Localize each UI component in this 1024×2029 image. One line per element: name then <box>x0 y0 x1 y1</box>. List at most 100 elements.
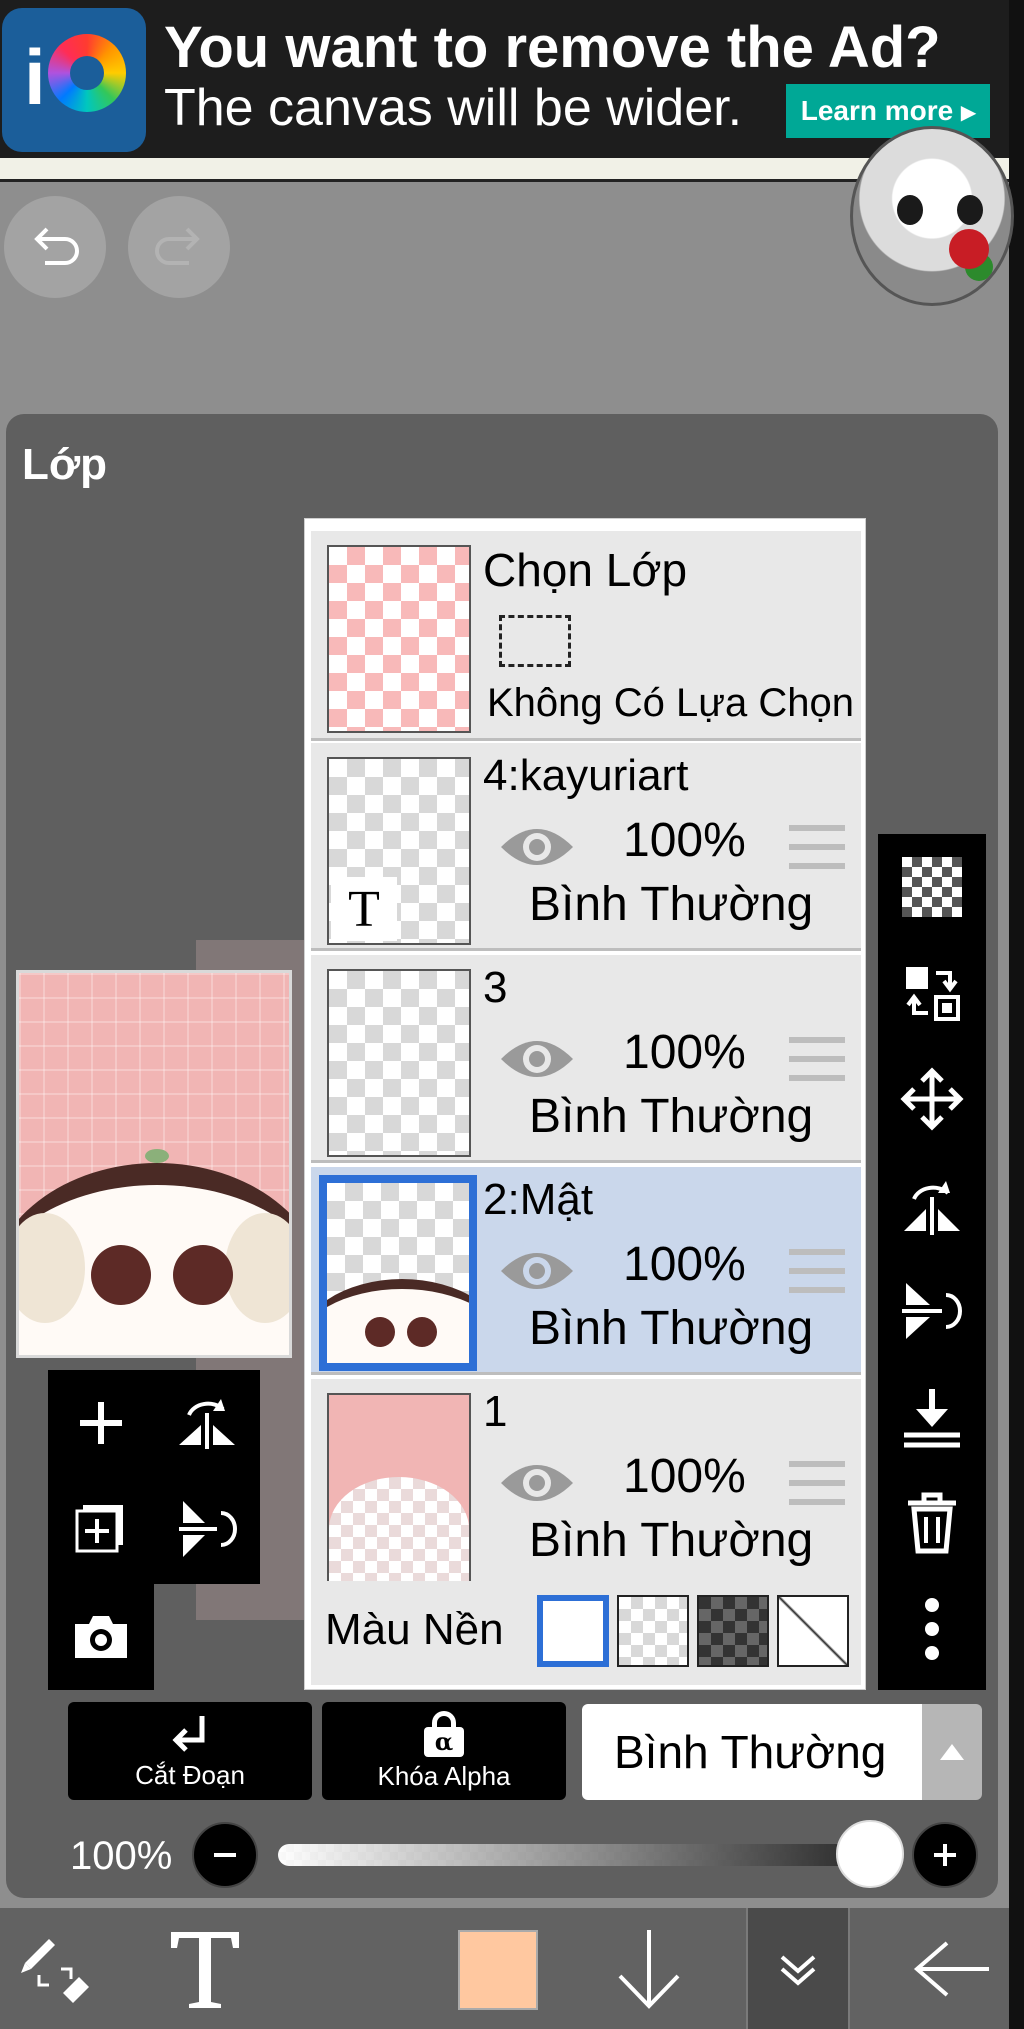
redo-icon <box>155 227 200 265</box>
layer-thumbnail <box>327 1393 471 1581</box>
flip-horizontal-icon <box>179 1399 235 1449</box>
move-layer-button[interactable] <box>878 1046 986 1152</box>
drag-handle-icon[interactable] <box>789 1249 845 1293</box>
trash-icon <box>908 1492 956 1554</box>
canvas-preview[interactable] <box>16 970 292 1358</box>
checker-icon <box>902 857 962 917</box>
duplicate-icon <box>75 1505 123 1553</box>
avatar[interactable] <box>850 126 1014 306</box>
alpha-lock-button[interactable]: α Khóa Alpha <box>322 1702 566 1800</box>
flip-vertical-icon <box>179 1501 237 1557</box>
layer-row-selected[interactable]: 2:Mật 100% Bình Thường <box>311 1167 861 1375</box>
merge-down-icon <box>904 1389 960 1448</box>
blend-mode-dropdown-button[interactable] <box>922 1704 982 1800</box>
triangle-up-icon <box>940 1744 964 1760</box>
drag-handle-icon[interactable] <box>789 1037 845 1081</box>
drag-handle-icon[interactable] <box>789 1461 845 1505</box>
pen-eraser-icon <box>21 1938 89 2003</box>
flip-horizontal-tool-button[interactable] <box>878 1152 986 1258</box>
flip-horizontal-icon <box>904 1181 960 1235</box>
background-transparent-option[interactable] <box>617 1595 689 1667</box>
flip-vertical-tool-button[interactable] <box>878 1258 986 1364</box>
drag-handle-icon[interactable] <box>789 825 845 869</box>
blend-mode-select[interactable]: Bình Thường <box>582 1704 922 1800</box>
undo-icon <box>34 227 79 265</box>
lock-icon: α <box>422 1710 466 1757</box>
layer-opacity: 100% <box>623 1238 746 1291</box>
layer-row[interactable]: 3 100% Bình Thường <box>311 955 861 1163</box>
flip-vertical-button[interactable] <box>154 1476 260 1582</box>
selection-layer-row[interactable]: Chọn Lớp Không Có Lựa Chọn <box>311 531 861 741</box>
clipping-icon <box>172 1715 205 1752</box>
layer-action-toolbar <box>878 834 986 1690</box>
eye-icon[interactable] <box>497 819 577 875</box>
learn-more-button[interactable]: Learn more ▸ <box>786 84 990 138</box>
opacity-value: 100% <box>70 1834 173 1878</box>
layer-name: 3 <box>483 963 508 1012</box>
background-dark-option[interactable] <box>697 1595 769 1667</box>
delete-layer-button[interactable] <box>878 1470 986 1576</box>
text-tool-button[interactable] <box>150 1908 260 2029</box>
layer-row[interactable]: T 4:kayuriart 100% Bình Thường <box>311 743 861 951</box>
screen-edge <box>1009 0 1024 2029</box>
eye-icon[interactable] <box>497 1243 577 1299</box>
selection-marquee-icon <box>499 615 571 667</box>
minus-icon <box>214 1853 236 1857</box>
selection-layer-thumbnail <box>327 545 471 733</box>
duplicate-layer-button[interactable] <box>48 1476 154 1582</box>
current-color-swatch[interactable] <box>458 1930 538 2010</box>
arrow-left-icon <box>913 1940 989 1997</box>
selection-status: Không Có Lựa Chọn <box>487 681 855 725</box>
add-layer-button[interactable] <box>48 1370 154 1476</box>
back-button[interactable] <box>896 1908 1006 2029</box>
ad-title: You want to remove the Ad? <box>164 15 941 80</box>
arrow-down-icon <box>618 1929 680 2009</box>
undo-button[interactable] <box>4 196 106 298</box>
plus-icon <box>934 1844 956 1866</box>
swap-layers-button[interactable] <box>878 940 986 1046</box>
ad-subtitle: The canvas will be wider. <box>164 79 743 137</box>
layer-blend-mode: Bình Thường <box>529 1514 814 1567</box>
camera-button[interactable] <box>48 1584 154 1690</box>
panel-title: Lớp <box>22 440 108 489</box>
flip-vertical-icon <box>902 1283 962 1339</box>
clipping-label: Cắt Đoạn <box>135 1759 245 1790</box>
text-tool-icon <box>171 1931 239 2008</box>
text-layer-icon: T <box>331 877 397 941</box>
clipping-button[interactable]: Cắt Đoạn <box>68 1702 312 1800</box>
more-options-button[interactable] <box>878 1576 986 1682</box>
merge-down-button[interactable] <box>878 1364 986 1470</box>
layer-row[interactable]: 1 100% Bình Thường <box>311 1379 861 1587</box>
background-color-row: Màu Nền <box>311 1581 861 1685</box>
camera-icon <box>75 1616 127 1658</box>
layer-panel-toggle-button[interactable] <box>746 1908 850 2029</box>
eye-icon[interactable] <box>497 1455 577 1511</box>
opacity-slider-track[interactable] <box>278 1844 872 1866</box>
tool-selector-button[interactable] <box>0 1908 110 2029</box>
transparent-fill-button[interactable] <box>878 834 986 940</box>
layer-list: Chọn Lớp Không Có Lựa Chọn T 4:kayuriart… <box>304 518 866 1690</box>
flip-horizontal-button[interactable] <box>154 1370 260 1476</box>
background-white-option[interactable] <box>537 1595 609 1667</box>
layer-down-button[interactable] <box>594 1908 704 2029</box>
opacity-slider-thumb[interactable] <box>836 1820 904 1888</box>
layer-blend-mode: Bình Thường <box>529 1302 814 1355</box>
background-none-option[interactable] <box>777 1595 849 1667</box>
selection-layer-title: Chọn Lớp <box>483 544 688 596</box>
ad-banner[interactable]: i You want to remove the Ad? The canvas … <box>0 0 1009 158</box>
layer-opacity: 100% <box>623 814 746 867</box>
layer-name: 1 <box>483 1387 508 1436</box>
eye-icon[interactable] <box>497 1031 577 1087</box>
double-chevron-down-icon <box>780 1954 816 1986</box>
layer-thumbnail: T <box>327 757 471 945</box>
redo-button[interactable] <box>128 196 230 298</box>
layer-thumbnail <box>319 1175 477 1371</box>
more-vertical-icon <box>925 1598 939 1660</box>
opacity-increase-button[interactable] <box>912 1822 978 1888</box>
learn-more-label: Learn more <box>800 95 954 126</box>
opacity-decrease-button[interactable] <box>192 1822 258 1888</box>
layer-thumbnail <box>327 969 471 1157</box>
plus-icon <box>80 1402 122 1444</box>
layer-blend-mode: Bình Thường <box>529 1090 814 1143</box>
layer-name: 4:kayuriart <box>483 751 689 800</box>
